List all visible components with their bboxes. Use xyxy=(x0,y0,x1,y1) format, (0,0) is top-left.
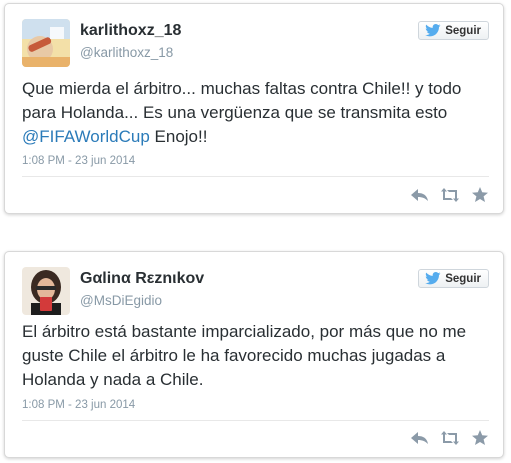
favorite-star-icon[interactable] xyxy=(471,430,489,446)
retweet-icon[interactable] xyxy=(441,187,459,203)
tweet-card: karlithoxz_18 @karlithoxz_18 Seguir Que … xyxy=(4,3,504,214)
tweet-text-body: El árbitro está bastante imparcializado,… xyxy=(22,322,467,389)
avatar[interactable] xyxy=(22,267,70,315)
twitter-bird-icon xyxy=(425,24,441,37)
timestamp[interactable]: 1:08 PM - 23 jun 2014 xyxy=(22,399,135,411)
tweet-actions xyxy=(411,187,489,203)
retweet-icon[interactable] xyxy=(441,430,459,446)
mention-link[interactable]: @FIFAWorldCup xyxy=(22,127,150,146)
display-name[interactable]: Gαlіnα Rεznιkov xyxy=(80,270,204,288)
twitter-bird-icon xyxy=(425,272,441,285)
timestamp[interactable]: 1:08 PM - 23 jun 2014 xyxy=(22,155,135,167)
follow-label: Seguir xyxy=(445,24,481,37)
follow-button[interactable]: Seguir xyxy=(418,21,489,40)
follow-label: Seguir xyxy=(445,272,481,285)
username[interactable]: @MsDiEgidio xyxy=(80,293,162,308)
avatar[interactable] xyxy=(22,19,70,67)
tweet-card: Gαlіnα Rεznιkov @MsDiEgidio Seguir El ár… xyxy=(4,251,504,458)
reply-icon[interactable] xyxy=(411,187,429,203)
tweet-text-body: Que mierda el árbitro... muchas faltas c… xyxy=(22,79,462,122)
tweet-text: Que mierda el árbitro... muchas faltas c… xyxy=(22,77,489,149)
divider xyxy=(22,176,489,177)
tweet-text-tail: Enojo!! xyxy=(149,127,208,146)
reply-icon[interactable] xyxy=(411,430,429,446)
follow-button[interactable]: Seguir xyxy=(418,269,489,288)
divider xyxy=(22,420,489,421)
tweet-text: El árbitro está bastante imparcializado,… xyxy=(22,320,489,392)
display-name[interactable]: karlithoxz_18 xyxy=(80,22,181,40)
username[interactable]: @karlithoxz_18 xyxy=(80,45,173,60)
tweet-actions xyxy=(411,430,489,446)
favorite-star-icon[interactable] xyxy=(471,187,489,203)
